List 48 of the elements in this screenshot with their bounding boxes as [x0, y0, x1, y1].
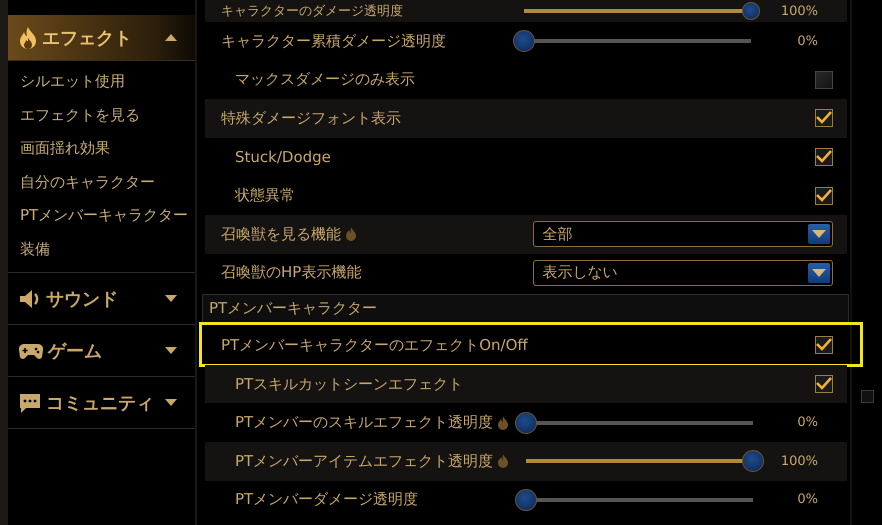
slider-thumb[interactable] [742, 2, 760, 20]
checkbox[interactable] [815, 336, 833, 354]
dropdown[interactable]: 全部 [533, 221, 833, 248]
slider-thumb[interactable] [742, 450, 764, 472]
slider-thumb[interactable] [513, 30, 536, 52]
expand-arrow-icon [165, 295, 177, 302]
expand-arrow-icon [165, 347, 177, 354]
section-header: PTメンバーキャラクター [202, 294, 849, 324]
slider-value: 0% [796, 415, 819, 430]
expand-arrow-icon [165, 399, 177, 406]
sidebar-item[interactable]: 装備 [20, 232, 195, 266]
setting-label: 状態異常 [235, 186, 295, 206]
slider-value: 100% [780, 4, 819, 18]
sidebar-item[interactable]: 自分のキャラクター [20, 166, 195, 199]
slider-value: 100% [780, 454, 819, 469]
setting-label: マックスダメージのみ表示 [235, 70, 415, 90]
setting-label: PTスキルカットシーンエフェクト [235, 374, 464, 394]
sidebar-item[interactable]: 画面揺れ効果 [20, 132, 195, 166]
sidebar-item[interactable]: エフェクトを見る [20, 98, 195, 132]
slider-thumb[interactable] [515, 412, 538, 434]
setting-label: PTメンバーキャラクターのエフェクトOn/Off [221, 336, 528, 355]
checkbox[interactable] [815, 375, 833, 394]
setting-label: 召喚獣を見る機能 [221, 224, 341, 244]
sidebar-item[interactable]: シルエット使用 [20, 65, 195, 98]
checkbox[interactable] [815, 109, 833, 128]
flame-icon [18, 26, 38, 50]
setting-label: PTメンバーダメージ透明度 [235, 490, 418, 510]
category-tab[interactable]: サウンド [8, 273, 195, 325]
setting-label: 召喚獣のHP表示機能 [221, 263, 362, 282]
checkbox[interactable] [815, 148, 833, 166]
slider-thumb[interactable] [515, 488, 538, 511]
chat-icon [18, 392, 42, 414]
setting-label: PTメンバーのスキルエフェクト透明度 [235, 413, 494, 432]
setting-label: 特殊ダメージフォント表示 [221, 108, 401, 128]
category-tab[interactable]: エフェクト [8, 15, 195, 61]
dropdown[interactable]: 表示しない [533, 260, 833, 286]
setting-label: Stuck/Dodge [235, 148, 331, 166]
slider-value: 0% [796, 34, 819, 49]
sidebar-item[interactable]: PTメンバーキャラクター [20, 199, 195, 232]
collapse-arrow-icon [165, 34, 177, 41]
category-tab[interactable]: ゲーム [8, 325, 195, 377]
slider-value: 0% [796, 492, 819, 508]
square-icon [860, 390, 874, 403]
setting-label: キャラクターのダメージ透明度 [221, 3, 403, 20]
category-tab[interactable]: コミュニティ [8, 377, 195, 429]
checkbox[interactable] [815, 186, 833, 205]
setting-label: PTメンバーアイテムエフェクト透明度 [235, 452, 494, 471]
setting-label: キャラクター累積ダメージ透明度 [221, 32, 446, 51]
